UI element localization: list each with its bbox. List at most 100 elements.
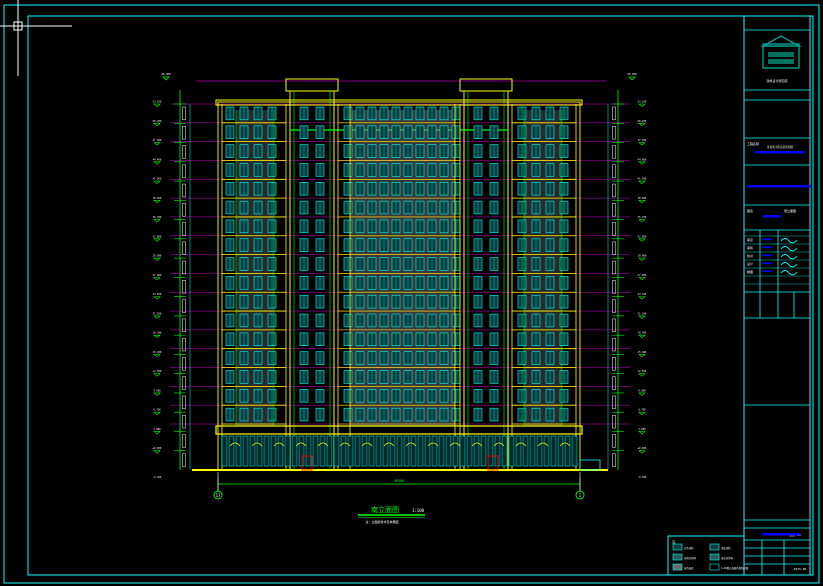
podium-window xyxy=(382,435,389,467)
podium-window xyxy=(494,435,501,467)
level-marker xyxy=(182,337,186,352)
tower-shaft xyxy=(463,90,509,471)
axis-bubble-left: 17 xyxy=(213,472,223,500)
podium-window xyxy=(417,435,424,467)
podium-window xyxy=(459,435,466,467)
podium-window xyxy=(438,435,445,467)
podium-window xyxy=(228,435,235,467)
signature-rows: 审定审核校对设计制图 xyxy=(747,237,798,276)
podium-window xyxy=(473,435,480,467)
podium-window xyxy=(298,435,305,467)
level-value: 27.000 xyxy=(153,274,162,277)
level-marker xyxy=(182,414,186,429)
level-value: 12.500 xyxy=(153,370,162,373)
level-value: 50.200 xyxy=(153,120,162,123)
legend-swatch xyxy=(672,553,683,561)
legend-item-label: 深灰色涂料 xyxy=(721,556,734,560)
signature-name-bar xyxy=(762,246,772,249)
podium-window xyxy=(508,435,515,467)
level-triangle xyxy=(153,431,161,435)
level-marker xyxy=(182,145,186,159)
level-marker xyxy=(612,280,616,294)
level-triangle xyxy=(638,122,646,127)
level-value: 53.100 xyxy=(638,101,647,104)
podium-window xyxy=(340,435,347,467)
level-triangle xyxy=(638,450,646,454)
level-marker xyxy=(182,260,186,275)
legend-swatch xyxy=(709,543,720,551)
level-marker xyxy=(612,203,616,217)
level-value: 44.400 xyxy=(638,158,647,161)
level-value: ±0.000 xyxy=(153,447,162,450)
level-value: 53.100 xyxy=(153,101,162,104)
level-triangle xyxy=(153,392,161,396)
level-marker xyxy=(612,357,616,371)
level-marker xyxy=(182,241,186,255)
right-grey-panel xyxy=(524,110,562,426)
legend-item-label: 灰色面砖 xyxy=(684,566,694,570)
podium-window xyxy=(550,435,557,467)
signature-name-bar xyxy=(762,270,772,273)
axis-bubble-right: 1 xyxy=(575,472,585,500)
top-elevation-mark xyxy=(162,76,170,81)
level-marker xyxy=(612,241,616,255)
drawing-date: 2015.06 xyxy=(794,567,807,571)
drawing-title: 南立面图 xyxy=(371,505,399,514)
podium-window xyxy=(571,435,578,467)
sheet-code-bar xyxy=(762,533,800,536)
podium-window xyxy=(536,435,543,467)
podium-window xyxy=(396,435,403,467)
level-value: 38.600 xyxy=(153,197,162,200)
title-block: 建筑设计研究院 工程名称 某住宅小区高层住宅楼 图名 南立面图 审定审核校对设计… xyxy=(743,16,811,575)
level-triangle xyxy=(638,334,646,339)
podium-window xyxy=(368,435,375,467)
podium-window xyxy=(529,435,536,467)
podium-window xyxy=(557,435,564,467)
material-legend: 注： 白色涂料 浅灰涂料米黄色涂料 深灰色涂料灰色面砖 3~4#楼立面颜色参照此图 xyxy=(667,535,749,576)
level-triangle xyxy=(638,257,646,261)
level-marker xyxy=(612,106,616,121)
company-name: 建筑设计研究院 xyxy=(766,78,787,83)
level-triangle xyxy=(638,200,646,204)
top-elevation-label: 56.400 xyxy=(161,72,171,76)
legend-swatch xyxy=(672,543,683,551)
level-value: 12.500 xyxy=(638,370,647,373)
podium-window xyxy=(452,435,459,467)
level-value: 29.900 xyxy=(638,255,647,258)
podium-window xyxy=(487,435,494,467)
level-value: 6.700 xyxy=(153,409,161,412)
legend-item-label: 白色涂料 xyxy=(684,546,694,550)
signature-scribble xyxy=(780,246,798,252)
facade-block xyxy=(289,101,335,471)
level-triangle xyxy=(153,296,161,300)
level-value: 35.700 xyxy=(638,216,647,219)
signature-name-bar xyxy=(762,262,772,265)
level-triangle xyxy=(153,180,161,184)
podium-window xyxy=(242,435,249,467)
level-triangle xyxy=(638,411,646,416)
cad-drawing-canvas[interactable]: 建筑设计研究院 工程名称 某住宅小区高层住宅楼 图名 南立面图 审定审核校对设计… xyxy=(0,0,823,586)
level-value: 50.200 xyxy=(638,120,647,123)
level-value: 24.100 xyxy=(153,293,162,296)
podium-window xyxy=(361,435,368,467)
level-value: 35.700 xyxy=(153,216,162,219)
axis-label-left: 17 xyxy=(216,493,221,498)
level-value: 9.600 xyxy=(638,389,646,392)
level-triangle xyxy=(638,431,646,435)
drawing-subnote: 注：立面颜色详见效果图 xyxy=(365,519,398,524)
signature-role: 设计 xyxy=(747,261,753,266)
podium-cornice xyxy=(215,425,583,435)
podium-window xyxy=(543,435,550,467)
signature-role: 校对 xyxy=(747,253,753,258)
level-value: 47.300 xyxy=(153,139,162,142)
podium-window xyxy=(389,435,396,467)
level-triangle xyxy=(638,180,646,184)
drawing-sub-bar xyxy=(763,215,781,218)
podium-window xyxy=(235,435,242,467)
level-value: 18.300 xyxy=(638,332,647,335)
level-marker xyxy=(612,260,616,275)
level-value: 3.800 xyxy=(153,428,161,431)
level-marker xyxy=(612,453,616,467)
podium-window xyxy=(410,435,417,467)
crosshair-cursor-icon xyxy=(0,0,72,76)
